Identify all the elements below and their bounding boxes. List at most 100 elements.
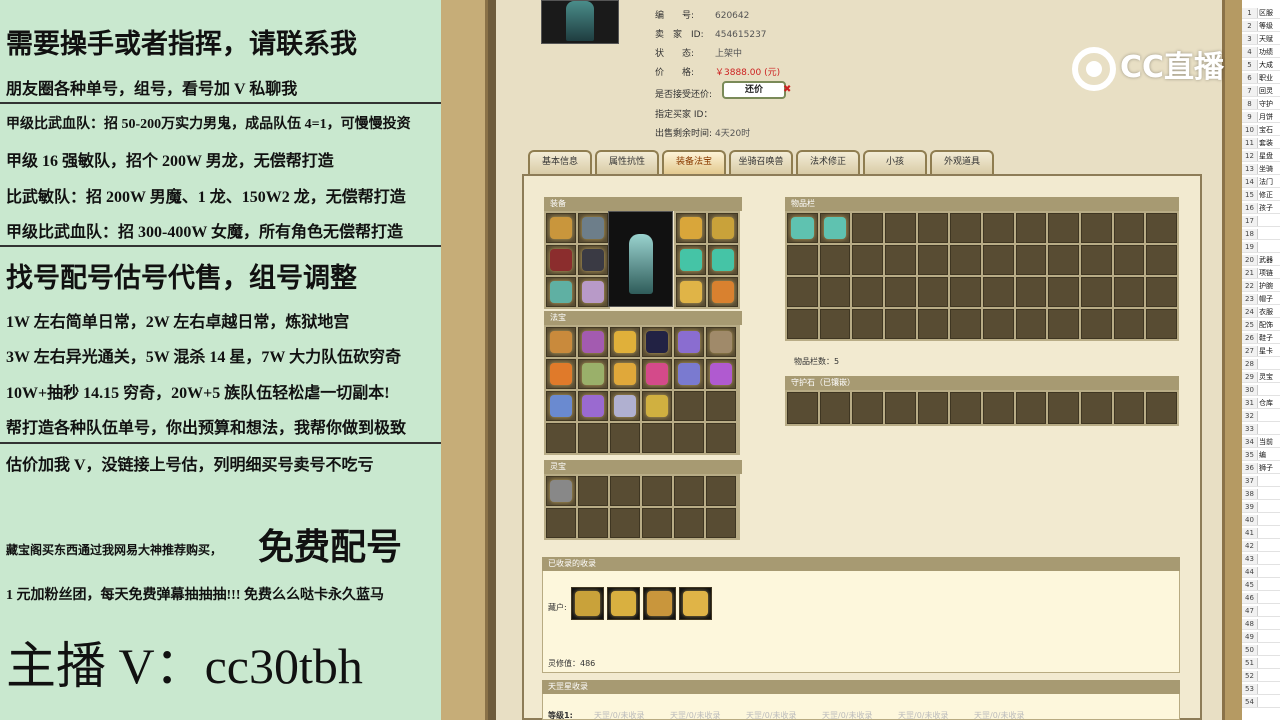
inventory-slot[interactable] — [819, 277, 851, 307]
sheet-row[interactable]: 44 — [1242, 567, 1280, 578]
inventory-slot[interactable] — [852, 213, 883, 243]
sheet-cell[interactable]: 区服 — [1258, 9, 1273, 17]
collection-slot[interactable] — [679, 587, 712, 620]
collection-slot[interactable] — [607, 587, 640, 620]
lingbao-slot[interactable] — [546, 508, 576, 538]
fabao-slot[interactable] — [610, 423, 640, 453]
sheet-row[interactable]: 30 — [1242, 385, 1280, 396]
sheet-cell[interactable]: 宝石 — [1258, 126, 1273, 134]
sheet-cell[interactable]: 鞋子 — [1258, 334, 1273, 342]
lingbao-slot[interactable] — [642, 508, 672, 538]
inventory-slot[interactable] — [950, 309, 981, 339]
sheet-row[interactable]: 36 狮子 — [1242, 463, 1280, 474]
sheet-cell[interactable]: 孩子 — [1258, 204, 1273, 212]
sheet-row[interactable]: 29 灵宝 — [1242, 372, 1280, 383]
sheet-cell[interactable]: 星卡 — [1258, 347, 1273, 355]
fabao-slot[interactable] — [610, 359, 640, 389]
inventory-slot[interactable] — [1080, 213, 1112, 243]
sheet-cell[interactable] — [1258, 633, 1259, 641]
tab-appearance[interactable]: 外观道具 — [930, 150, 994, 174]
sheet-row[interactable]: 25 配饰 — [1242, 320, 1280, 331]
sheet-cell[interactable] — [1258, 529, 1259, 537]
inventory-slot[interactable] — [982, 309, 1014, 339]
sheet-cell[interactable]: 回灵 — [1258, 87, 1273, 95]
guard-slot[interactable] — [787, 392, 818, 424]
sheet-cell[interactable] — [1258, 568, 1259, 576]
lingbao-slot[interactable] — [674, 476, 704, 506]
sheet-cell[interactable] — [1258, 607, 1259, 615]
guard-slot[interactable] — [852, 392, 883, 424]
sheet-cell[interactable]: 配饰 — [1258, 321, 1273, 329]
sheet-row[interactable]: 16 孩子 — [1242, 203, 1280, 214]
fabao-slot[interactable] — [610, 327, 640, 357]
sheet-cell[interactable] — [1258, 516, 1259, 524]
sheet-cell[interactable] — [1258, 594, 1259, 602]
guard-slot[interactable] — [950, 392, 981, 424]
equip-slot[interactable] — [546, 213, 576, 243]
haggle-button[interactable]: 还价 — [722, 81, 786, 99]
inventory-slot[interactable] — [787, 245, 818, 275]
sheet-cell[interactable] — [1258, 230, 1259, 238]
fabao-slot[interactable] — [578, 391, 608, 421]
tab-equipment[interactable]: 装备法宝 — [662, 150, 726, 174]
equip-slot[interactable] — [546, 277, 576, 307]
sheet-row[interactable]: 8 守护 — [1242, 99, 1280, 110]
sheet-row[interactable]: 4 功绩 — [1242, 47, 1280, 58]
sheet-row[interactable]: 23 帽子 — [1242, 294, 1280, 305]
sheet-cell[interactable] — [1258, 243, 1259, 251]
sheet-cell[interactable]: 月饼 — [1258, 113, 1273, 121]
sheet-row[interactable]: 14 法门 — [1242, 177, 1280, 188]
inventory-slot[interactable] — [787, 309, 818, 339]
tab-spells[interactable]: 法术修正 — [796, 150, 860, 174]
lingbao-slot[interactable] — [610, 476, 640, 506]
tab-mounts[interactable]: 坐骑召唤兽 — [729, 150, 793, 174]
inventory-slot[interactable] — [1048, 277, 1079, 307]
sheet-cell[interactable] — [1258, 386, 1259, 394]
fabao-slot[interactable] — [578, 359, 608, 389]
sheet-cell[interactable]: 编 — [1258, 451, 1266, 459]
sheet-row[interactable]: 3 天赋 — [1242, 34, 1280, 45]
inventory-slot[interactable] — [982, 245, 1014, 275]
sheet-row[interactable]: 12 星盘 — [1242, 151, 1280, 162]
inventory-slot[interactable] — [1048, 213, 1079, 243]
sheet-row[interactable]: 17 — [1242, 216, 1280, 227]
sheet-row[interactable]: 11 套装 — [1242, 138, 1280, 149]
sheet-cell[interactable] — [1258, 542, 1259, 550]
guard-slot[interactable] — [1048, 392, 1079, 424]
inventory-slot[interactable] — [1080, 245, 1112, 275]
sheet-row[interactable]: 50 — [1242, 645, 1280, 656]
sheet-row[interactable]: 15 修正 — [1242, 190, 1280, 201]
inventory-slot[interactable] — [917, 245, 949, 275]
inventory-slot[interactable] — [1048, 309, 1079, 339]
inventory-slot[interactable] — [1113, 309, 1145, 339]
tab-basic-info[interactable]: 基本信息 — [528, 150, 592, 174]
inventory-slot[interactable] — [852, 245, 883, 275]
equip-slot[interactable] — [676, 277, 706, 307]
sheet-row[interactable]: 9 月饼 — [1242, 112, 1280, 123]
sheet-cell[interactable] — [1258, 412, 1259, 420]
sheet-row[interactable]: 48 — [1242, 619, 1280, 630]
inventory-slot[interactable] — [950, 277, 981, 307]
sheet-cell[interactable]: 项链 — [1258, 269, 1273, 277]
sheet-cell[interactable] — [1258, 581, 1259, 589]
inventory-slot[interactable] — [819, 245, 851, 275]
sheet-cell[interactable]: 星盘 — [1258, 152, 1273, 160]
fabao-slot[interactable] — [546, 359, 576, 389]
inventory-slot[interactable] — [1113, 277, 1145, 307]
guard-slot[interactable] — [1113, 392, 1145, 424]
sheet-cell[interactable]: 坐骑 — [1258, 165, 1273, 173]
sheet-row[interactable]: 40 — [1242, 515, 1280, 526]
fabao-slot[interactable] — [674, 327, 704, 357]
inventory-slot[interactable] — [787, 277, 818, 307]
equip-slot[interactable] — [578, 213, 608, 243]
inventory-slot[interactable] — [1015, 213, 1047, 243]
sheet-row[interactable]: 13 坐骑 — [1242, 164, 1280, 175]
inventory-slot[interactable] — [1146, 245, 1177, 275]
sheet-row[interactable]: 33 — [1242, 424, 1280, 435]
equip-slot[interactable] — [708, 245, 738, 275]
tab-children[interactable]: 小孩 — [863, 150, 927, 174]
inventory-slot[interactable] — [1080, 277, 1112, 307]
equip-slot[interactable] — [708, 213, 738, 243]
sheet-cell[interactable]: 灵宝 — [1258, 373, 1273, 381]
sheet-row[interactable]: 27 星卡 — [1242, 346, 1280, 357]
